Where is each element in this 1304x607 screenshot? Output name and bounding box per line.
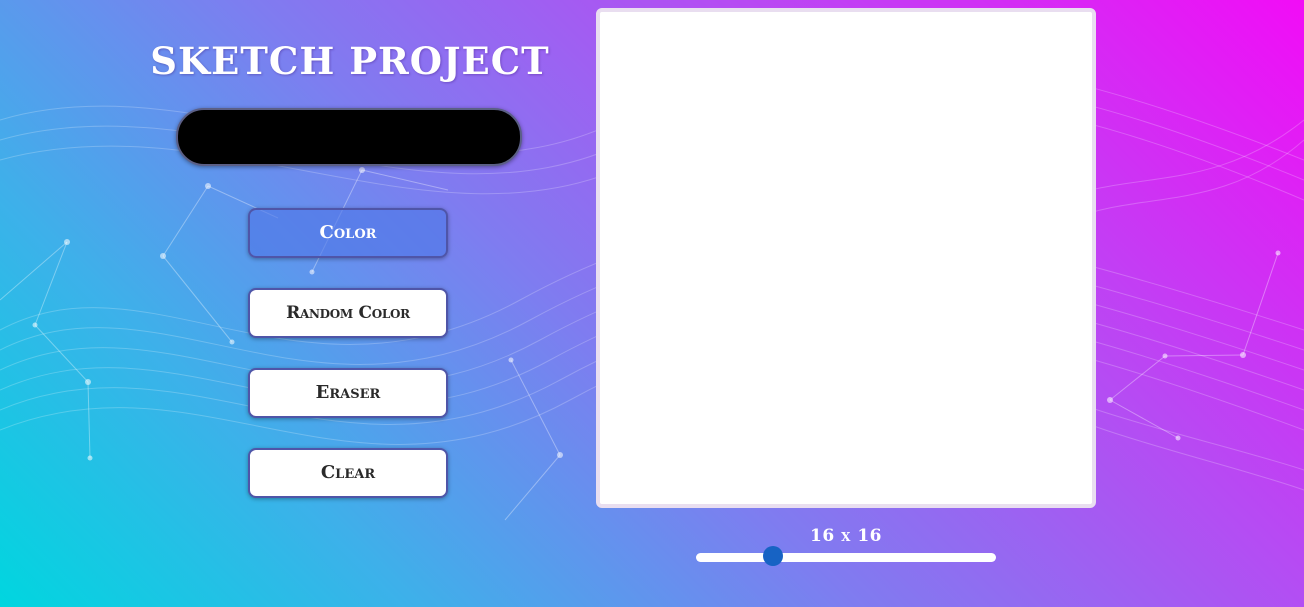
clear-button[interactable]: Clear bbox=[248, 448, 448, 498]
sketch-canvas[interactable] bbox=[596, 8, 1096, 508]
grid-size-slider-thumb[interactable] bbox=[762, 546, 783, 566]
page-title: SKETCH PROJECT bbox=[150, 39, 550, 83]
random-color-button[interactable]: Random Color bbox=[248, 288, 448, 338]
grid-size-label: 16 x 16 bbox=[810, 526, 882, 546]
color-mode-button[interactable]: Color bbox=[248, 208, 448, 258]
color-picker-swatch[interactable] bbox=[176, 108, 522, 166]
eraser-button[interactable]: Eraser bbox=[248, 368, 448, 418]
grid-size-slider[interactable] bbox=[696, 553, 996, 562]
